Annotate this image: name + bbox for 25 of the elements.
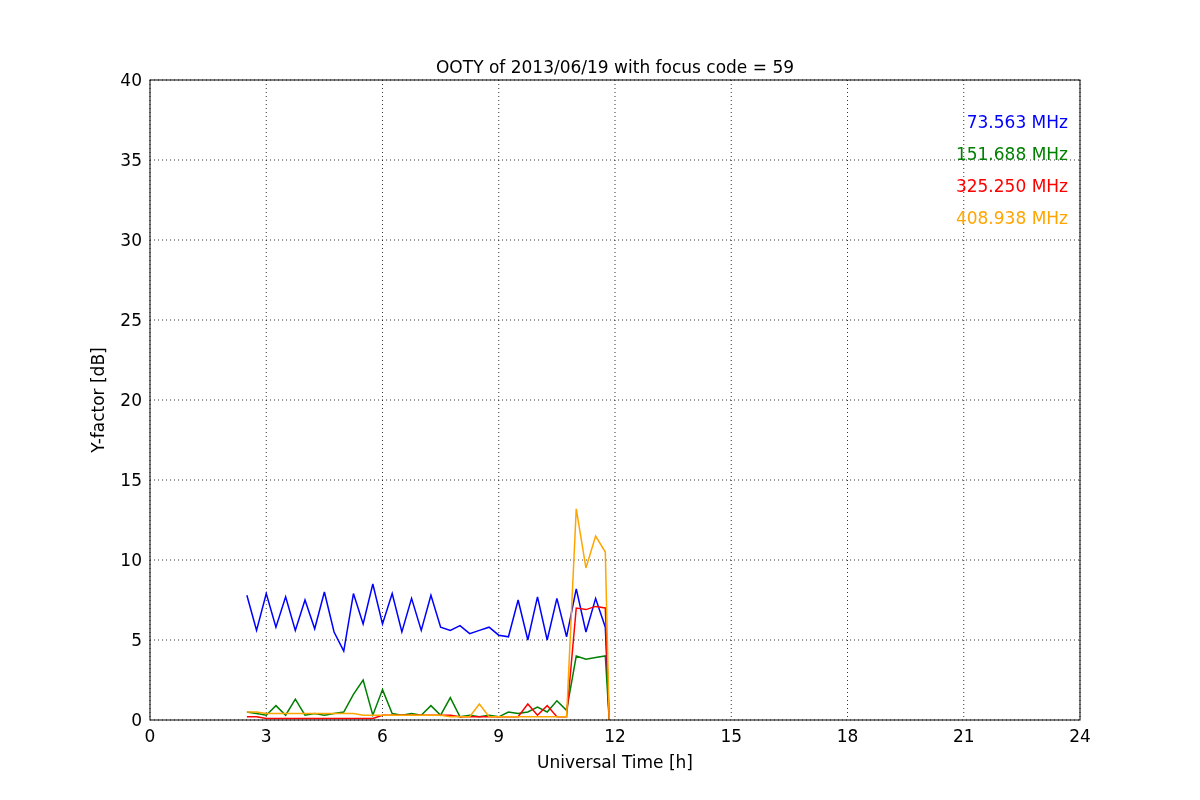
y-tick-label: 5: [131, 630, 142, 650]
x-tick-label: 15: [720, 726, 743, 746]
y-tick-label: 15: [120, 470, 142, 490]
y-tick-label: 0: [131, 710, 142, 730]
x-tick-label: 6: [377, 726, 388, 746]
y-tick-label: 20: [120, 390, 142, 410]
x-tick-label: 24: [1069, 726, 1091, 746]
y-tick-label: 30: [120, 230, 142, 250]
legend-label: 151.688 MHz: [955, 144, 1068, 164]
y-axis-label: Y-factor [dB]: [88, 347, 108, 453]
x-tick-label: 21: [952, 726, 975, 746]
x-tick-label: 12: [604, 726, 626, 746]
x-tick-label: 0: [144, 726, 156, 746]
chart-title: OOTY of 2013/06/19 with focus code = 59: [436, 57, 794, 77]
y-tick-label: 40: [120, 70, 142, 90]
x-axis-label: Universal Time [h]: [537, 752, 693, 772]
y-tick-label: 25: [120, 310, 142, 330]
y-tick-label: 10: [120, 550, 142, 570]
x-tick-label: 3: [260, 726, 272, 746]
legend-label: 325.250 MHz: [955, 176, 1068, 196]
y-tick-label: 35: [120, 150, 142, 170]
legend-label: 408.938 MHz: [955, 208, 1068, 228]
legend-label: 73.563 MHz: [966, 112, 1068, 132]
x-tick-label: 9: [493, 726, 505, 746]
x-tick-label: 18: [836, 726, 859, 746]
